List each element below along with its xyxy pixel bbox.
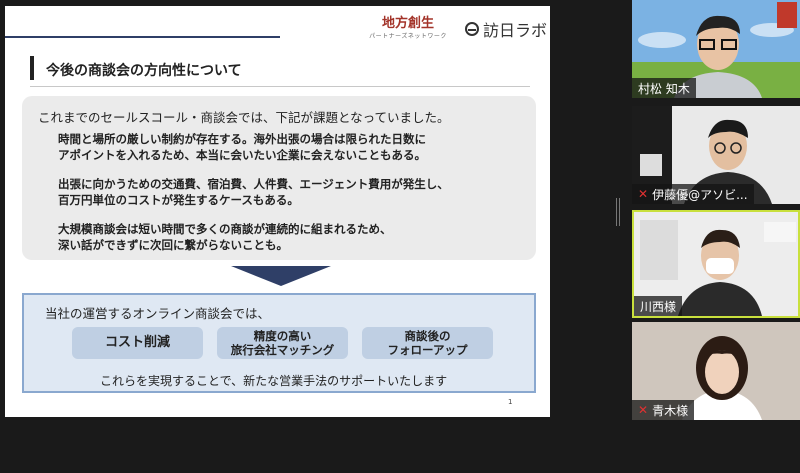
- participant-name: 村松 知木: [638, 81, 690, 96]
- issue-line: 時間と場所の厳しい制約が存在する。海外出張の場合は限られた日数に: [58, 132, 426, 146]
- slide-header-line: [5, 36, 280, 38]
- benefit-matching: 精度の高い 旅行会社マッチング: [217, 327, 348, 359]
- participant-name-bar: 村松 知木: [632, 78, 696, 98]
- participant-name-bar: ✕ 伊藤優@アソビ...: [632, 184, 754, 204]
- issues-intro: これまでのセールスコール・商談会では、下記が課題となっていました。: [38, 110, 450, 125]
- benefit-label: 精度の高い: [253, 329, 312, 343]
- chiho-sousei-logo: 地方創生 パートナーズネットワーク: [359, 12, 457, 42]
- mic-muted-icon: ✕: [638, 187, 649, 201]
- heading-accent-bar: [30, 56, 34, 80]
- slide-page-number: 1: [508, 398, 513, 406]
- participant-tile[interactable]: ✕ 伊藤優@アソビ...: [632, 106, 800, 204]
- benefit-cost-reduction: コスト削減: [72, 327, 203, 359]
- chiho-logo-main: 地方創生: [381, 16, 434, 31]
- participant-name: 川西様: [640, 299, 677, 314]
- issue-line: 大規模商談会は短い時間で多くの商談が連続的に組まれるため、: [58, 222, 392, 236]
- mic-muted-icon: ✕: [638, 403, 649, 417]
- issue-item: 大規模商談会は短い時間で多くの商談が連続的に組まれるため、 深い話ができずに次回…: [58, 221, 392, 253]
- participant-tile[interactable]: ✕ 青木様: [632, 322, 800, 420]
- issue-item: 出張に向かうための交通費、宿泊費、人件費、エージェント費用が発生し、 百万円単位…: [58, 176, 449, 208]
- issue-line: アポイントを入れるため、本当に会いたい企業に会えないこともある。: [58, 148, 426, 162]
- solution-intro: 当社の運営するオンライン商談会では、: [45, 306, 271, 321]
- houjitsu-labo-logo: 訪日ラボ: [465, 17, 547, 41]
- benefit-label: 商談後の: [404, 329, 451, 343]
- participant-tile-active-speaker[interactable]: 川西様: [632, 210, 800, 318]
- houjitsu-logo-text: 訪日ラボ: [483, 21, 548, 40]
- participant-name-bar: 川西様: [634, 296, 683, 316]
- issue-line: 百万円単位のコストが発生するケースもある。: [58, 193, 299, 207]
- benefit-label: 旅行会社マッチング: [230, 343, 335, 357]
- solution-footer: これらを実現することで、新たな営業手法のサポートいたします: [100, 374, 448, 388]
- issue-item: 時間と場所の厳しい制約が存在する。海外出張の場合は限られた日数に アポイントを入…: [58, 131, 426, 163]
- heading-underline: [30, 86, 530, 87]
- benefit-label: コスト削減: [104, 335, 170, 350]
- participant-name: 伊藤優@アソビ...: [652, 187, 748, 202]
- slide-heading: 今後の商談会の方向性について: [46, 63, 242, 79]
- issue-line: 出張に向かうための交通費、宿泊費、人件費、エージェント費用が発生し、: [58, 177, 449, 191]
- benefit-follow-up: 商談後の フォローアップ: [362, 327, 493, 359]
- down-arrow-icon: [231, 266, 331, 286]
- panel-resize-handle[interactable]: [616, 198, 620, 226]
- benefit-label: フォローアップ: [387, 343, 468, 357]
- participant-name-bar: ✕ 青木様: [632, 400, 695, 420]
- participant-name: 青木様: [652, 403, 689, 418]
- issue-line: 深い話ができずに次回に繋がらないことも。: [58, 238, 288, 252]
- participant-tile[interactable]: 村松 知木: [632, 0, 800, 98]
- chiho-logo-sub: パートナーズネットワーク: [369, 33, 447, 40]
- houjitsu-logo-icon: [465, 22, 479, 36]
